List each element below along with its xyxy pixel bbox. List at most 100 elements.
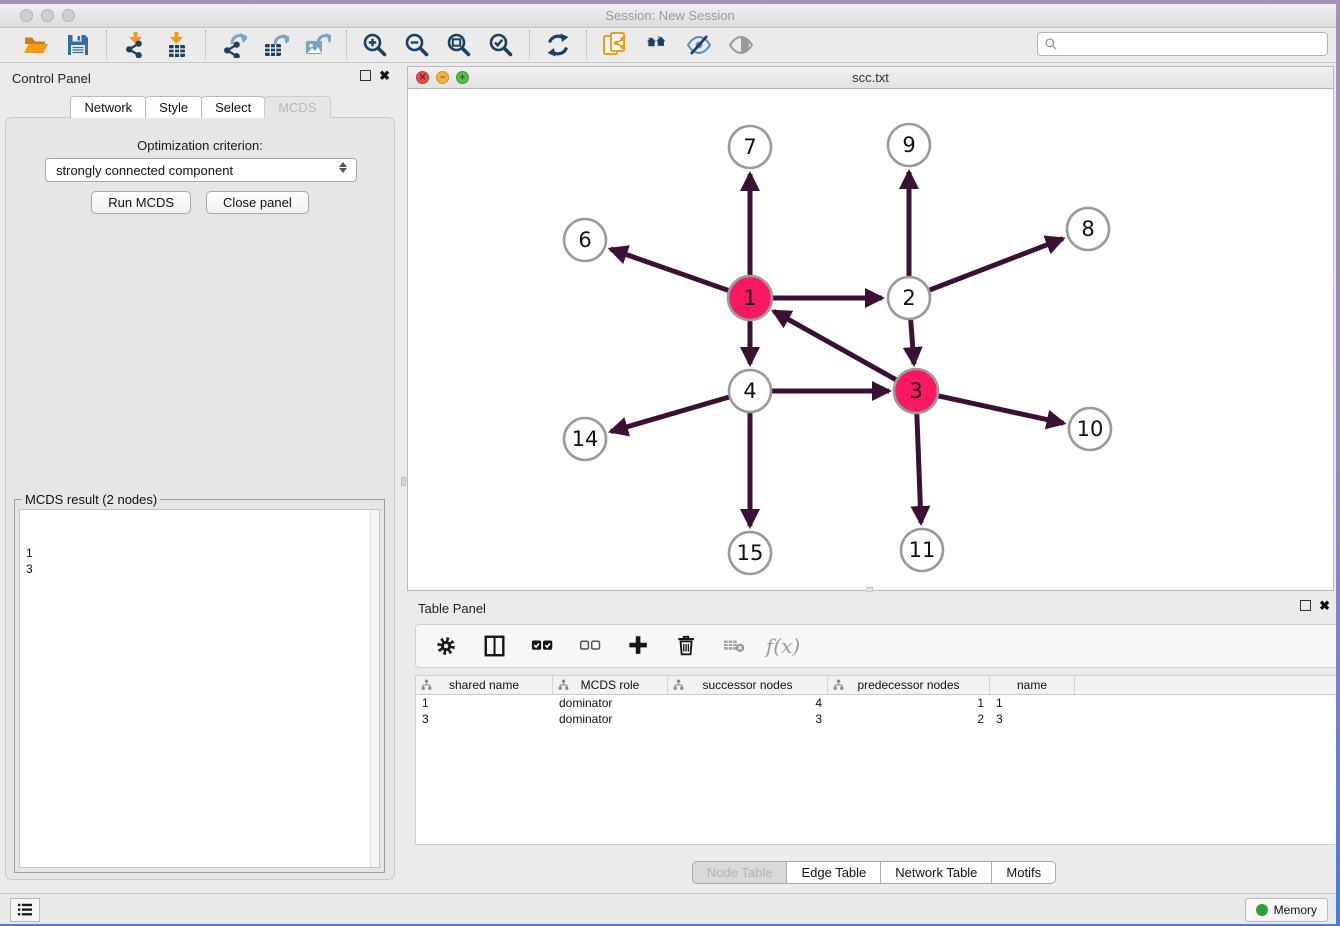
table-settings-icon — [435, 634, 459, 658]
tab-select[interactable]: Select — [201, 96, 265, 118]
graph-node-4[interactable]: 4 — [729, 370, 771, 412]
tab-mcds[interactable]: MCDS — [264, 96, 330, 118]
add-row-button[interactable] — [626, 631, 652, 661]
float-panel-icon[interactable] — [360, 70, 371, 81]
node-label: 7 — [743, 135, 756, 159]
export-network-button[interactable] — [218, 30, 250, 60]
search-box[interactable] — [1037, 32, 1328, 56]
node-label: 1 — [743, 286, 756, 310]
mcds-result-textarea[interactable]: 13 — [19, 509, 380, 868]
mcds-result-title: MCDS result (2 nodes) — [22, 492, 160, 507]
column-label: predecessor nodes — [857, 678, 959, 692]
node-label: 3 — [909, 379, 922, 403]
close-panel-button[interactable]: Close panel — [206, 191, 309, 214]
import-table-button[interactable] — [161, 30, 193, 60]
divider-grip[interactable] — [401, 477, 406, 486]
show-all-button[interactable] — [725, 30, 757, 60]
graph-edge-1-6[interactable] — [611, 249, 730, 291]
zoom-in-button[interactable] — [359, 30, 391, 60]
graph-node-10[interactable]: 10 — [1069, 408, 1111, 450]
table-row[interactable]: 1dominator411 — [416, 695, 1339, 711]
run-mcds-button[interactable]: Run MCDS — [91, 191, 191, 214]
column-header-MCDS-role[interactable]: MCDS role — [553, 676, 668, 694]
graph-edge-2-8[interactable] — [930, 239, 1063, 290]
network-bottom-grip[interactable] — [866, 587, 873, 592]
tab-style[interactable]: Style — [145, 96, 202, 118]
graph-edge-2-3[interactable] — [911, 320, 914, 364]
refresh-layout-icon — [545, 32, 571, 58]
network-window-titlebar[interactable]: ✕ − + scc.txt — [408, 67, 1333, 89]
close-panel-icon[interactable]: ✖ — [379, 70, 390, 81]
float-table-panel-icon[interactable] — [1300, 600, 1311, 611]
graph-edge-3-11[interactable] — [917, 413, 921, 523]
memory-button[interactable]: Memory — [1245, 898, 1328, 922]
tab-network-table[interactable]: Network Table — [880, 861, 992, 884]
tab-node-table[interactable]: Node Table — [692, 861, 788, 884]
table-row[interactable]: 3dominator323 — [416, 711, 1339, 727]
network-canvas[interactable]: 7 9 6 8 1 2 4 3 14 10 15 11 — [408, 89, 1333, 590]
column-header-shared-name[interactable]: shared name — [416, 676, 553, 694]
table-cell[interactable]: 1 — [828, 695, 990, 711]
tab-network[interactable]: Network — [70, 96, 146, 118]
graph-node-14[interactable]: 14 — [564, 418, 606, 460]
graph-node-15[interactable]: 15 — [729, 532, 771, 574]
table-cell[interactable]: 2 — [828, 711, 990, 727]
open-session-button[interactable] — [20, 30, 52, 60]
table-cell[interactable]: 3 — [668, 711, 828, 727]
save-session-button[interactable] — [62, 30, 94, 60]
table-cell[interactable]: dominator — [553, 695, 668, 711]
show-columns-button[interactable] — [482, 631, 508, 661]
graph-edge-3-10[interactable] — [938, 396, 1064, 424]
graph-node-1[interactable]: 1 — [728, 276, 772, 320]
zoom-fit-button[interactable] — [443, 30, 475, 60]
first-neighbors-button[interactable] — [641, 30, 673, 60]
graph-edge-4-14[interactable] — [611, 397, 729, 431]
search-input[interactable] — [1062, 34, 1327, 54]
table-cell[interactable]: 4 — [668, 695, 828, 711]
export-table-button[interactable] — [260, 30, 292, 60]
hide-selected-button[interactable] — [683, 30, 715, 60]
import-network-button[interactable] — [119, 30, 151, 60]
tab-motifs[interactable]: Motifs — [991, 861, 1056, 884]
graph-edge-3-1[interactable] — [774, 311, 897, 380]
column-header-successor-nodes[interactable]: successor nodes — [668, 676, 828, 694]
column-header-name[interactable]: name — [990, 676, 1075, 694]
refresh-layout-button[interactable] — [542, 30, 574, 60]
graph-node-6[interactable]: 6 — [564, 219, 606, 261]
graph-node-2[interactable]: 2 — [888, 277, 930, 319]
table-cell[interactable]: 3 — [990, 711, 1075, 727]
new-network-from-selection-button[interactable] — [599, 30, 631, 60]
select-all-checks-button[interactable] — [530, 631, 556, 661]
select-all-checks-icon — [530, 634, 556, 658]
task-history-button[interactable] — [10, 898, 40, 922]
delete-row-button[interactable] — [674, 631, 700, 661]
graph-node-9[interactable]: 9 — [888, 124, 930, 166]
graph-node-11[interactable]: 11 — [901, 529, 943, 571]
table-cell[interactable]: dominator — [553, 711, 668, 727]
toolbar-group — [8, 30, 106, 60]
node-table: shared nameMCDS rolesuccessor nodes prede… — [415, 675, 1340, 845]
column-header-predecessor-nodes[interactable]: predecessor nodes — [828, 676, 990, 694]
close-table-panel-icon[interactable]: ✖ — [1319, 600, 1330, 611]
table-cell[interactable]: 1 — [416, 695, 553, 711]
zoom-out-button[interactable] — [401, 30, 433, 60]
zoom-selected-button[interactable] — [485, 30, 517, 60]
result-scrollbar[interactable] — [370, 510, 379, 867]
export-table-icon — [263, 32, 289, 58]
table-settings-button[interactable] — [434, 631, 460, 661]
column-type-icon — [421, 679, 432, 694]
graph-node-8[interactable]: 8 — [1067, 208, 1109, 250]
clear-all-checks-button[interactable] — [578, 631, 604, 661]
dropdown-selected-value: strongly connected component — [56, 163, 233, 178]
optimization-criterion-dropdown[interactable]: strongly connected component — [45, 158, 357, 182]
table-cell[interactable]: 3 — [416, 711, 553, 727]
window-frame-top — [0, 0, 1340, 4]
table-cell[interactable]: 1 — [990, 695, 1075, 711]
tab-edge-table[interactable]: Edge Table — [786, 861, 881, 884]
export-image-button[interactable] — [302, 30, 334, 60]
panel-divider[interactable] — [400, 65, 407, 893]
mcds-result-groupbox: MCDS result (2 nodes) 13 — [14, 499, 385, 873]
control-panel: Control Panel ✖ NetworkStyleSelectMCDS O… — [0, 65, 400, 893]
graph-node-3[interactable]: 3 — [894, 369, 938, 413]
graph-node-7[interactable]: 7 — [729, 126, 771, 168]
